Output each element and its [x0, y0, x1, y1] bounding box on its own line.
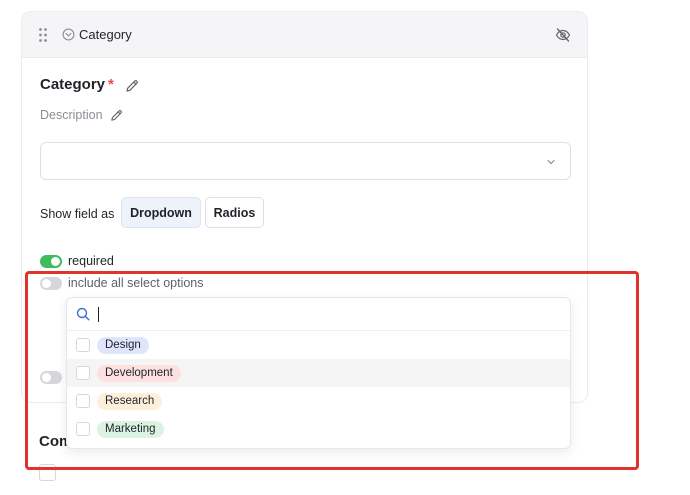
next-field-title: Comp — [39, 433, 69, 450]
edit-title-pencil-icon[interactable] — [125, 79, 139, 93]
include-all-options-label: include all select options — [68, 276, 204, 290]
hidden-option-toggle[interactable] — [40, 371, 62, 384]
option-tag-development: Development — [97, 365, 181, 382]
option-item-research[interactable]: Research — [67, 387, 570, 415]
drag-handle-icon[interactable] — [38, 27, 48, 43]
next-field-checkbox[interactable] — [39, 464, 56, 481]
eye-off-icon[interactable] — [555, 27, 571, 43]
card-header-title: Category — [79, 27, 132, 42]
option-tag-research: Research — [97, 393, 163, 410]
text-caret — [98, 307, 99, 322]
field-title-text: Category — [40, 76, 106, 93]
required-label: required — [68, 254, 114, 268]
option-checkbox[interactable] — [76, 338, 90, 352]
option-checkbox[interactable] — [76, 422, 90, 436]
display-dropdown-button[interactable]: Dropdown — [121, 197, 201, 228]
edit-description-pencil-icon[interactable] — [110, 109, 123, 122]
option-checkbox[interactable] — [76, 366, 90, 380]
dropdown-search-row — [67, 298, 570, 331]
required-asterisk: * — [108, 76, 114, 93]
option-item-development[interactable]: Development — [67, 359, 570, 387]
option-checkbox[interactable] — [76, 394, 90, 408]
option-item-design[interactable]: Design — [67, 331, 570, 359]
required-toggle[interactable] — [40, 255, 62, 268]
option-tag-marketing: Marketing — [97, 421, 164, 438]
card-header: Category — [22, 12, 587, 58]
field-title: Category * — [40, 76, 114, 93]
option-item-marketing[interactable]: Marketing — [67, 415, 570, 443]
dropdown-search-input[interactable] — [97, 304, 557, 324]
show-field-as-label: Show field as — [40, 207, 115, 221]
chevron-down-icon — [547, 159, 555, 165]
select-field-icon — [62, 28, 75, 41]
option-tag-design: Design — [97, 337, 149, 354]
description-placeholder[interactable]: Description — [40, 108, 103, 122]
options-dropdown: Design Development Research Marketing — [66, 297, 571, 449]
include-all-options-toggle[interactable] — [40, 277, 62, 290]
category-select[interactable] — [40, 142, 571, 180]
display-radios-button[interactable]: Radios — [205, 197, 264, 228]
search-icon — [76, 307, 90, 321]
